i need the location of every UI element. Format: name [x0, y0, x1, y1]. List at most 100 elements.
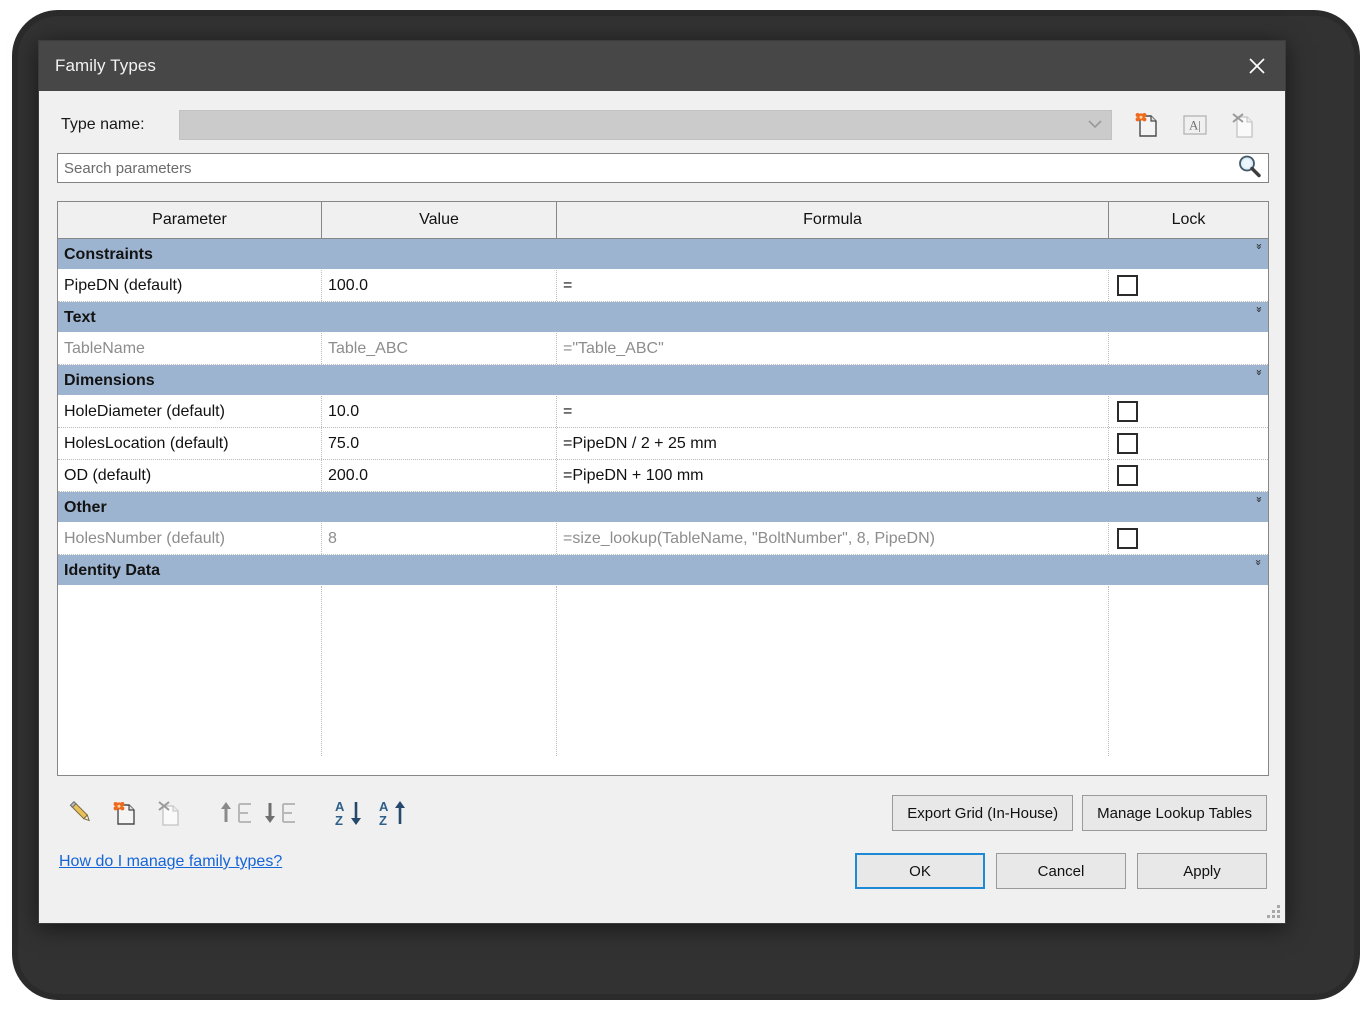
sort-ascending-icon[interactable]: A Z — [371, 791, 415, 835]
lock-cell[interactable] — [1109, 270, 1268, 301]
type-name-row: Type name: A| — [39, 107, 1285, 143]
grid-empty-column — [322, 586, 557, 756]
move-up-icon[interactable] — [215, 791, 259, 835]
dialog-titlebar: Family Types — [39, 41, 1285, 91]
parameter-cell[interactable]: HolesNumber (default) — [58, 523, 322, 554]
grid-body: Constraints «PipeDN (default) 100.0 = Text «T… — [58, 239, 1268, 756]
parameters-grid: Parameter Value Formula Lock Constraints… — [57, 201, 1269, 776]
chevron-double-down-icon[interactable]: » — [1252, 559, 1265, 566]
grid-group-header[interactable]: Other « — [58, 492, 1268, 523]
lock-cell[interactable] — [1109, 523, 1268, 554]
group-label: Text — [64, 308, 96, 326]
close-icon[interactable] — [1229, 41, 1285, 91]
value-cell[interactable]: 200.0 — [322, 460, 557, 491]
search-placeholder: Search parameters — [64, 159, 192, 177]
apply-button[interactable]: Apply — [1137, 853, 1267, 889]
svg-text:A|: A| — [1189, 118, 1201, 133]
primary-button-row: OK Cancel Apply — [855, 853, 1267, 889]
svg-text:A: A — [379, 799, 389, 814]
svg-text:A: A — [335, 799, 345, 814]
grid-empty-column — [557, 586, 1109, 756]
type-name-combo[interactable] — [179, 110, 1112, 140]
svg-text:Z: Z — [379, 813, 387, 828]
grid-group-header[interactable]: Text « — [58, 302, 1268, 333]
dialog-body: Type name: A| Search parameters Paramete… — [39, 91, 1285, 923]
help-link[interactable]: How do I manage family types? — [59, 853, 282, 871]
formula-cell[interactable]: ="Table_ABC" — [557, 333, 1109, 364]
grid-group-header[interactable]: Identity Data » — [58, 555, 1268, 586]
group-label: Other — [64, 498, 107, 516]
chevron-down-icon — [1087, 116, 1103, 134]
chevron-double-up-icon[interactable]: « — [1252, 243, 1265, 250]
table-row[interactable]: PipeDN (default) 100.0 = — [58, 270, 1268, 302]
value-cell[interactable]: Table_ABC — [322, 333, 557, 364]
secondary-button-row: Export Grid (In-House) Manage Lookup Tab… — [892, 795, 1267, 831]
grid-empty-area — [58, 586, 1268, 756]
group-label: Identity Data — [64, 561, 161, 579]
formula-cell[interactable]: =PipeDN / 2 + 25 mm — [557, 428, 1109, 459]
value-cell[interactable]: 100.0 — [322, 270, 557, 301]
grid-header-row: Parameter Value Formula Lock — [58, 202, 1268, 239]
lock-cell[interactable] — [1109, 428, 1268, 459]
parameter-cell[interactable]: PipeDN (default) — [58, 270, 322, 301]
new-parameter-icon[interactable] — [103, 791, 147, 835]
table-row[interactable]: TableName Table_ABC ="Table_ABC" — [58, 333, 1268, 365]
chevron-double-up-icon[interactable]: « — [1252, 306, 1265, 313]
delete-parameter-icon[interactable] — [147, 791, 191, 835]
lock-cell[interactable] — [1109, 333, 1268, 364]
parameter-cell[interactable]: HoleDiameter (default) — [58, 396, 322, 427]
group-label: Dimensions — [64, 371, 155, 389]
search-input[interactable]: Search parameters — [57, 153, 1269, 183]
formula-cell[interactable]: =size_lookup(TableName, "BoltNumber", 8,… — [557, 523, 1109, 554]
lock-checkbox[interactable] — [1117, 528, 1138, 549]
value-cell[interactable]: 75.0 — [322, 428, 557, 459]
resize-grip[interactable] — [1267, 905, 1281, 919]
grid-group-header[interactable]: Dimensions « — [58, 365, 1268, 396]
column-header-parameter[interactable]: Parameter — [58, 202, 322, 238]
edit-parameter-icon[interactable] — [59, 791, 103, 835]
close-glyph — [1249, 58, 1265, 74]
formula-cell[interactable]: = — [557, 396, 1109, 427]
lock-checkbox[interactable] — [1117, 401, 1138, 422]
chevron-double-up-icon[interactable]: « — [1252, 496, 1265, 503]
column-header-value[interactable]: Value — [322, 202, 557, 238]
cancel-button[interactable]: Cancel — [996, 853, 1126, 889]
new-type-icon[interactable] — [1132, 110, 1162, 140]
sort-descending-icon[interactable]: A Z — [327, 791, 371, 835]
table-row[interactable]: OD (default) 200.0 =PipeDN + 100 mm — [58, 460, 1268, 492]
group-label: Constraints — [64, 245, 153, 263]
table-row[interactable]: HoleDiameter (default) 10.0 = — [58, 396, 1268, 428]
move-down-icon[interactable] — [259, 791, 303, 835]
table-row[interactable]: HolesNumber (default) 8 =size_lookup(Table… — [58, 523, 1268, 555]
lock-checkbox[interactable] — [1117, 465, 1138, 486]
dialog-title: Family Types — [55, 56, 157, 75]
family-types-dialog: Family Types Type name: A| Search parame… — [38, 40, 1286, 924]
table-row[interactable]: HolesLocation (default) 75.0 =PipeDN / 2 +… — [58, 428, 1268, 460]
lock-cell[interactable] — [1109, 396, 1268, 427]
lock-cell[interactable] — [1109, 460, 1268, 491]
manage-lookup-tables-button[interactable]: Manage Lookup Tables — [1082, 795, 1267, 831]
parameter-cell[interactable]: HolesLocation (default) — [58, 428, 322, 459]
formula-cell[interactable]: =PipeDN + 100 mm — [557, 460, 1109, 491]
type-name-label: Type name: — [61, 116, 145, 133]
ok-button[interactable]: OK — [855, 853, 985, 889]
parameter-cell[interactable]: TableName — [58, 333, 322, 364]
svg-text:Z: Z — [335, 813, 343, 828]
value-cell[interactable]: 10.0 — [322, 396, 557, 427]
lock-checkbox[interactable] — [1117, 275, 1138, 296]
type-actions: A| — [1132, 110, 1258, 140]
parameter-toolbar: A Z A Z — [59, 791, 415, 835]
formula-cell[interactable]: = — [557, 270, 1109, 301]
column-header-formula[interactable]: Formula — [557, 202, 1109, 238]
value-cell[interactable]: 8 — [322, 523, 557, 554]
search-icon[interactable] — [1236, 153, 1262, 184]
chevron-double-up-icon[interactable]: « — [1252, 369, 1265, 376]
parameter-cell[interactable]: OD (default) — [58, 460, 322, 491]
grid-empty-column — [58, 586, 322, 756]
export-grid-button[interactable]: Export Grid (In-House) — [892, 795, 1074, 831]
grid-group-header[interactable]: Constraints « — [58, 239, 1268, 270]
column-header-lock[interactable]: Lock — [1109, 202, 1268, 238]
lock-checkbox[interactable] — [1117, 433, 1138, 454]
rename-type-icon[interactable]: A| — [1180, 110, 1210, 140]
delete-type-icon[interactable] — [1228, 110, 1258, 140]
